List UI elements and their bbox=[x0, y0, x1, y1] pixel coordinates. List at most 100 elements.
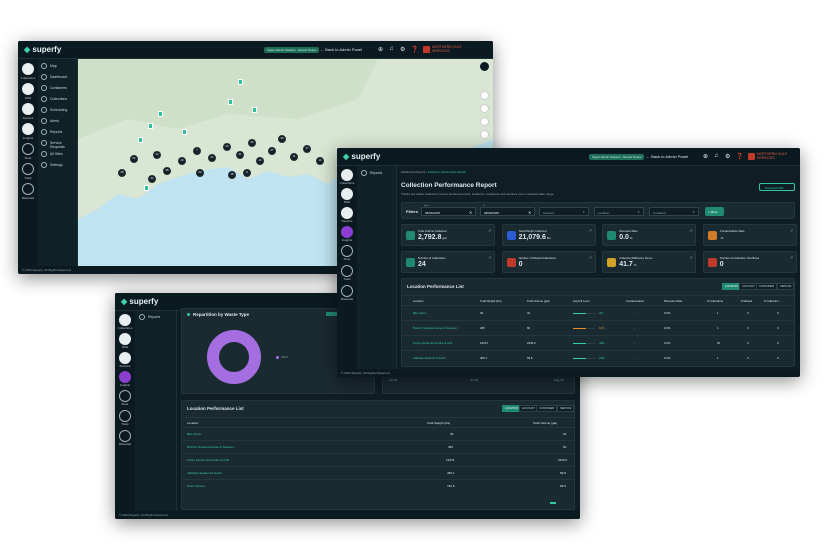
nav-reports[interactable]: Reports bbox=[148, 315, 160, 319]
to-date-field[interactable]: To 08/08/2025 ✕ bbox=[480, 205, 535, 216]
materials-rail-icon[interactable] bbox=[341, 285, 353, 297]
table-row[interactable]: Jalisidas Seafood & Sushi 465.1 59.8 bbox=[182, 466, 574, 479]
location-link[interactable]: Funky Monks Sports Bar & Grill bbox=[413, 341, 452, 345]
dsh-rail-icon[interactable] bbox=[22, 83, 34, 95]
devices-rail-icon[interactable] bbox=[341, 207, 353, 219]
from-date-field[interactable]: From 08/06/2025 ✕ bbox=[421, 205, 476, 216]
external-link-icon[interactable]: ↗ bbox=[488, 255, 491, 260]
external-link-icon[interactable]: ↗ bbox=[589, 255, 592, 260]
collections-rail-icon[interactable] bbox=[119, 314, 131, 326]
devices-rail-icon[interactable] bbox=[22, 103, 34, 115]
gear-icon[interactable]: ⚙ bbox=[725, 153, 730, 160]
cluster-marker[interactable]: 17 bbox=[303, 145, 311, 153]
fleet-rail-icon[interactable] bbox=[119, 390, 131, 402]
track-rail-icon[interactable] bbox=[22, 163, 34, 175]
location-pin[interactable] bbox=[158, 111, 163, 117]
help-icon[interactable]: ❓ bbox=[411, 46, 418, 53]
table-row[interactable]: Blue Moon 39 34 bbox=[182, 427, 574, 440]
cluster-marker[interactable]: 26 bbox=[248, 139, 256, 147]
nav-dashboard[interactable]: Dashboard bbox=[50, 75, 67, 79]
external-link-icon[interactable]: ↗ bbox=[790, 255, 793, 260]
table-row[interactable]: Bristol's Seafood House & Steamer 465 60 bbox=[182, 440, 574, 453]
locate-map-button[interactable] bbox=[480, 117, 489, 126]
nav-containers[interactable]: Containers bbox=[50, 86, 67, 90]
tab-container[interactable]: CONTAINER bbox=[536, 405, 558, 412]
clear-icon[interactable]: ✕ bbox=[469, 210, 472, 215]
nav-all-sites[interactable]: All Sites bbox=[50, 152, 63, 156]
app-logo[interactable]: ◆ superfy bbox=[343, 152, 380, 161]
cluster-marker[interactable]: 12 bbox=[153, 151, 161, 159]
external-link-icon[interactable]: ↗ bbox=[689, 255, 692, 260]
location-link[interactable]: Jalisidas Seafood & Sushi bbox=[187, 471, 222, 475]
location-pin[interactable] bbox=[138, 137, 143, 143]
fleet-rail-icon[interactable] bbox=[341, 245, 353, 257]
bell-icon[interactable]: ♫ bbox=[714, 153, 719, 159]
nav-map[interactable]: Map bbox=[50, 64, 57, 68]
external-link-icon[interactable]: ↗ bbox=[589, 228, 592, 233]
external-link-icon[interactable]: ↗ bbox=[790, 228, 793, 233]
back-to-admin-link[interactable]: ← Back to Admin Panel bbox=[320, 47, 362, 52]
location-select[interactable]: Location ▾ bbox=[594, 207, 644, 216]
cluster-marker[interactable]: 27 bbox=[268, 147, 276, 155]
collections-rail-icon[interactable] bbox=[341, 169, 353, 181]
app-logo[interactable]: ◆ superfy bbox=[24, 45, 61, 54]
external-link-icon[interactable]: ↗ bbox=[488, 228, 491, 233]
insights-rail-icon[interactable] bbox=[22, 123, 34, 135]
table-row[interactable]: Funky Monks Sports Bar & Grill 19373 234… bbox=[182, 453, 574, 466]
table-row[interactable]: Jalisidas Seafood & Sushi 465.1 59.8 23% - 0.… bbox=[402, 350, 794, 365]
scrollbar[interactable] bbox=[550, 502, 556, 504]
insights-rail-icon[interactable] bbox=[341, 226, 353, 238]
cluster-marker[interactable]: 22 bbox=[196, 169, 204, 177]
table-row[interactable]: Petrol Xpress 732.6 93.6 bbox=[182, 479, 574, 492]
clear-icon[interactable]: ✕ bbox=[528, 210, 531, 215]
tab-service[interactable]: SERVICE bbox=[557, 405, 575, 412]
cluster-marker[interactable]: 54 bbox=[130, 155, 138, 163]
dsh-rail-icon[interactable] bbox=[341, 188, 353, 200]
location-pin[interactable] bbox=[238, 79, 243, 85]
cluster-marker[interactable]: 14 bbox=[316, 157, 324, 165]
table-row[interactable]: Bristol's Seafood House & Steamer 465 60 61… bbox=[402, 320, 794, 335]
location-pin[interactable] bbox=[144, 185, 149, 191]
cluster-marker[interactable]: 31 bbox=[236, 151, 244, 159]
globe-icon[interactable]: ⊕ bbox=[703, 153, 708, 160]
track-rail-icon[interactable] bbox=[119, 410, 131, 422]
zoom-map-button[interactable] bbox=[480, 130, 489, 139]
cluster-marker[interactable]: 30 bbox=[278, 135, 286, 143]
materials-rail-icon[interactable] bbox=[119, 430, 131, 442]
help-icon[interactable]: ❓ bbox=[736, 153, 743, 160]
tab-account[interactable]: ACCOUNT bbox=[519, 405, 538, 412]
tab-account[interactable]: ACCOUNT bbox=[739, 283, 758, 290]
location-link[interactable]: Petrol Xpress bbox=[187, 484, 205, 488]
cluster-marker[interactable]: 24 bbox=[223, 143, 231, 151]
track-rail-icon[interactable] bbox=[341, 265, 353, 277]
breadcrumb-home[interactable]: Dashboard Reports bbox=[401, 170, 425, 174]
insights-rail-icon[interactable] bbox=[119, 371, 131, 383]
globe-icon[interactable]: ⊕ bbox=[378, 46, 383, 53]
nav-reports[interactable]: Reports bbox=[50, 130, 62, 134]
location-link[interactable]: Bristol's Seafood House & Steamer bbox=[413, 326, 457, 330]
fleet-rail-icon[interactable] bbox=[22, 143, 34, 155]
account-select[interactable]: Account ▾ bbox=[539, 207, 589, 216]
nav-settings[interactable]: Settings bbox=[50, 163, 63, 167]
nav-service-requests[interactable]: Service Requests bbox=[50, 141, 77, 149]
cluster-marker[interactable]: 19 bbox=[256, 157, 264, 165]
home-map-button[interactable] bbox=[480, 91, 489, 100]
location-pin[interactable] bbox=[252, 107, 257, 113]
cluster-marker[interactable]: 11 bbox=[290, 153, 298, 161]
bell-icon[interactable]: ♫ bbox=[389, 46, 394, 52]
cluster-marker[interactable]: 28 bbox=[118, 169, 126, 177]
location-link[interactable]: Bristol's Seafood House & Steamer bbox=[187, 445, 234, 449]
table-row[interactable]: Funky Monks Sports Bar & Grill 19373 2346.… bbox=[402, 335, 794, 350]
location-pin[interactable] bbox=[182, 129, 187, 135]
cluster-marker[interactable]: 21 bbox=[208, 154, 216, 162]
cluster-marker[interactable]: 13 bbox=[178, 157, 186, 165]
cluster-marker[interactable]: 9 bbox=[243, 169, 251, 177]
location-pin[interactable] bbox=[228, 99, 233, 105]
app-logo[interactable]: ◆ superfy bbox=[121, 297, 158, 306]
table-row[interactable]: Blue Moon 39 34 4% - 0.0% 1 0 0 bbox=[402, 305, 794, 320]
layers-map-button[interactable] bbox=[480, 104, 489, 113]
tab-container[interactable]: CONTAINER bbox=[756, 283, 778, 290]
back-to-admin-link[interactable]: ← Back to Admin Panel bbox=[646, 154, 688, 159]
gear-icon[interactable]: ⚙ bbox=[400, 46, 405, 53]
cluster-marker[interactable]: 32 bbox=[148, 175, 156, 183]
